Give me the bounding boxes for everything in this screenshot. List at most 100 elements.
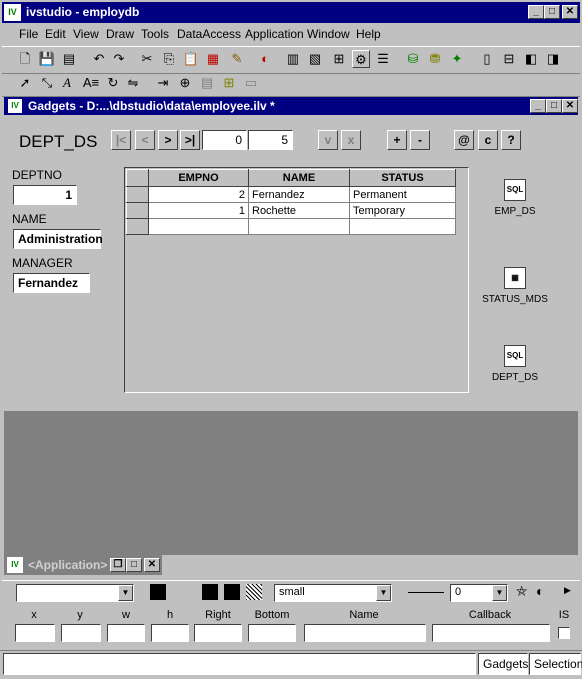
manager-field[interactable]: Fernandez [13,273,90,293]
cut-icon[interactable]: ✂ [138,50,156,68]
y-field[interactable] [61,624,101,642]
select-arrow-icon[interactable]: ➚ [16,74,34,92]
distribute-icon[interactable]: ▧ [306,50,324,68]
name-field[interactable]: Administration [13,229,103,249]
pencil-icon[interactable]: ✎ [228,50,246,68]
layers-icon[interactable]: ◨ [544,50,562,68]
palette-icon[interactable]: ◧ [522,50,540,68]
snap-icon[interactable]: ⇥ [154,74,172,92]
column-header-name[interactable]: NAME [248,169,350,187]
combo-icon[interactable]: ▭ [242,74,260,92]
emp-ds-label[interactable]: EMP_DS [490,206,540,217]
ruler-icon[interactable]: ▤ [198,74,216,92]
polyline-icon[interactable]: ⤡ [38,74,56,92]
background-color-swatch[interactable] [202,584,218,600]
application-close-button[interactable]: ✕ [144,558,160,572]
undo-icon[interactable]: ↶ [90,50,108,68]
paste-icon[interactable]: 📋 [182,50,200,68]
menu-draw[interactable]: Draw [106,27,134,41]
maximize-button[interactable]: □ [544,5,560,19]
help-button[interactable]: ? [501,130,521,150]
panel-icon[interactable]: ▯ [478,50,496,68]
record-position-field[interactable]: 0 [202,130,247,150]
gadgets-minimize-button[interactable]: _ [530,99,546,113]
cell-status[interactable]: Permanent [349,186,456,203]
bottom-field[interactable] [248,624,296,642]
row-header[interactable] [126,186,149,203]
close-button[interactable]: ✕ [562,5,578,19]
cell-empty[interactable] [349,218,456,235]
font-family-select[interactable]: ▼ [16,584,134,602]
cell-empty[interactable] [148,218,249,235]
table-icon[interactable]: ▦ [504,267,526,289]
first-record-button[interactable]: |< [111,130,131,150]
query-icon[interactable]: ⛃ [426,50,444,68]
menu-application[interactable]: Application [245,27,304,41]
flip-icon[interactable]: ◐ [256,50,274,68]
align-icon[interactable]: ▥ [284,50,302,68]
table-row[interactable]: 1 Rochette Temporary [126,202,456,219]
new-icon[interactable]: 🗋 [16,50,34,68]
cell-name[interactable]: Fernandez [248,186,350,203]
redo-icon[interactable]: ↷ [110,50,128,68]
validate-button[interactable]: v [318,130,338,150]
menu-file[interactable]: File [19,27,38,41]
table-tool-icon[interactable]: ⊞ [220,74,238,92]
callback-field[interactable] [432,624,550,642]
gadgets-maximize-button[interactable]: □ [546,99,562,113]
cell-status[interactable]: Temporary [349,202,456,219]
w-field[interactable] [107,624,145,642]
menu-view[interactable]: View [73,27,99,41]
cell-empty[interactable] [248,218,350,235]
menu-window[interactable]: Window [307,27,350,41]
open-icon[interactable]: ▤ [60,50,78,68]
is-checkbox[interactable] [558,627,570,639]
line-style-icon[interactable] [408,592,444,593]
right-field[interactable] [194,624,242,642]
dept-ds-label[interactable]: DEPT_DS [490,372,540,383]
application-restore-button[interactable]: ❐ [110,558,126,572]
delete-record-button[interactable]: - [410,130,430,150]
column-header-status[interactable]: STATUS [349,169,456,187]
query-button[interactable]: @ [454,130,474,150]
sql-icon[interactable]: SQL [504,179,526,201]
arrow-style-icon[interactable]: ⛤ [516,583,527,600]
cell-empno[interactable]: 2 [148,186,249,203]
application-maximize-button[interactable]: □ [126,558,142,572]
rotate-icon[interactable]: ↻ [104,74,122,92]
chevron-down-icon[interactable]: ▼ [376,585,391,601]
minimize-button[interactable]: _ [528,5,544,19]
textfield-icon[interactable]: A≡ [82,74,100,92]
column-header-empno[interactable]: EMPNO [148,169,249,187]
gadgets-close-button[interactable]: ✕ [562,99,578,113]
fill-color-swatch[interactable] [224,584,240,600]
cancel-edit-button[interactable]: x [341,130,361,150]
application-minimized-window[interactable]: IV <Application> ❐ □ ✕ [4,555,162,575]
cell-empno[interactable]: 1 [148,202,249,219]
table-row-empty[interactable] [126,218,456,235]
deptno-field[interactable]: 1 [13,185,77,205]
wand-icon[interactable]: ✦ [448,50,466,68]
chevron-down-icon[interactable]: ▼ [118,585,133,601]
more-arrow-icon[interactable]: ▶ [564,585,571,596]
menu-dataaccess[interactable]: DataAccess [177,27,241,41]
chevron-down-icon[interactable]: ▼ [492,585,507,601]
copy-icon[interactable]: ⎘ [160,50,178,68]
list-icon[interactable]: ☰ [374,50,392,68]
menu-help[interactable]: Help [356,27,381,41]
line-width-select[interactable]: 0 ▼ [450,584,508,602]
group-icon[interactable]: ▦ [204,50,222,68]
link-icon[interactable]: ⇋ [124,74,142,92]
h-field[interactable] [151,624,189,642]
table-row[interactable]: 2 Fernandez Permanent [126,186,456,203]
menu-edit[interactable]: Edit [45,27,66,41]
previous-record-button[interactable]: < [135,130,155,150]
db-icon[interactable]: ⛁ [404,50,422,68]
row-header[interactable] [126,202,149,219]
sql-icon[interactable]: SQL [504,345,526,367]
spacing-icon[interactable]: ⊞ [330,50,348,68]
name-prop-field[interactable] [304,624,426,642]
next-record-button[interactable]: > [158,130,178,150]
font-size-select[interactable]: small ▼ [274,584,392,602]
status-mds-label[interactable]: STATUS_MDS [476,294,554,305]
